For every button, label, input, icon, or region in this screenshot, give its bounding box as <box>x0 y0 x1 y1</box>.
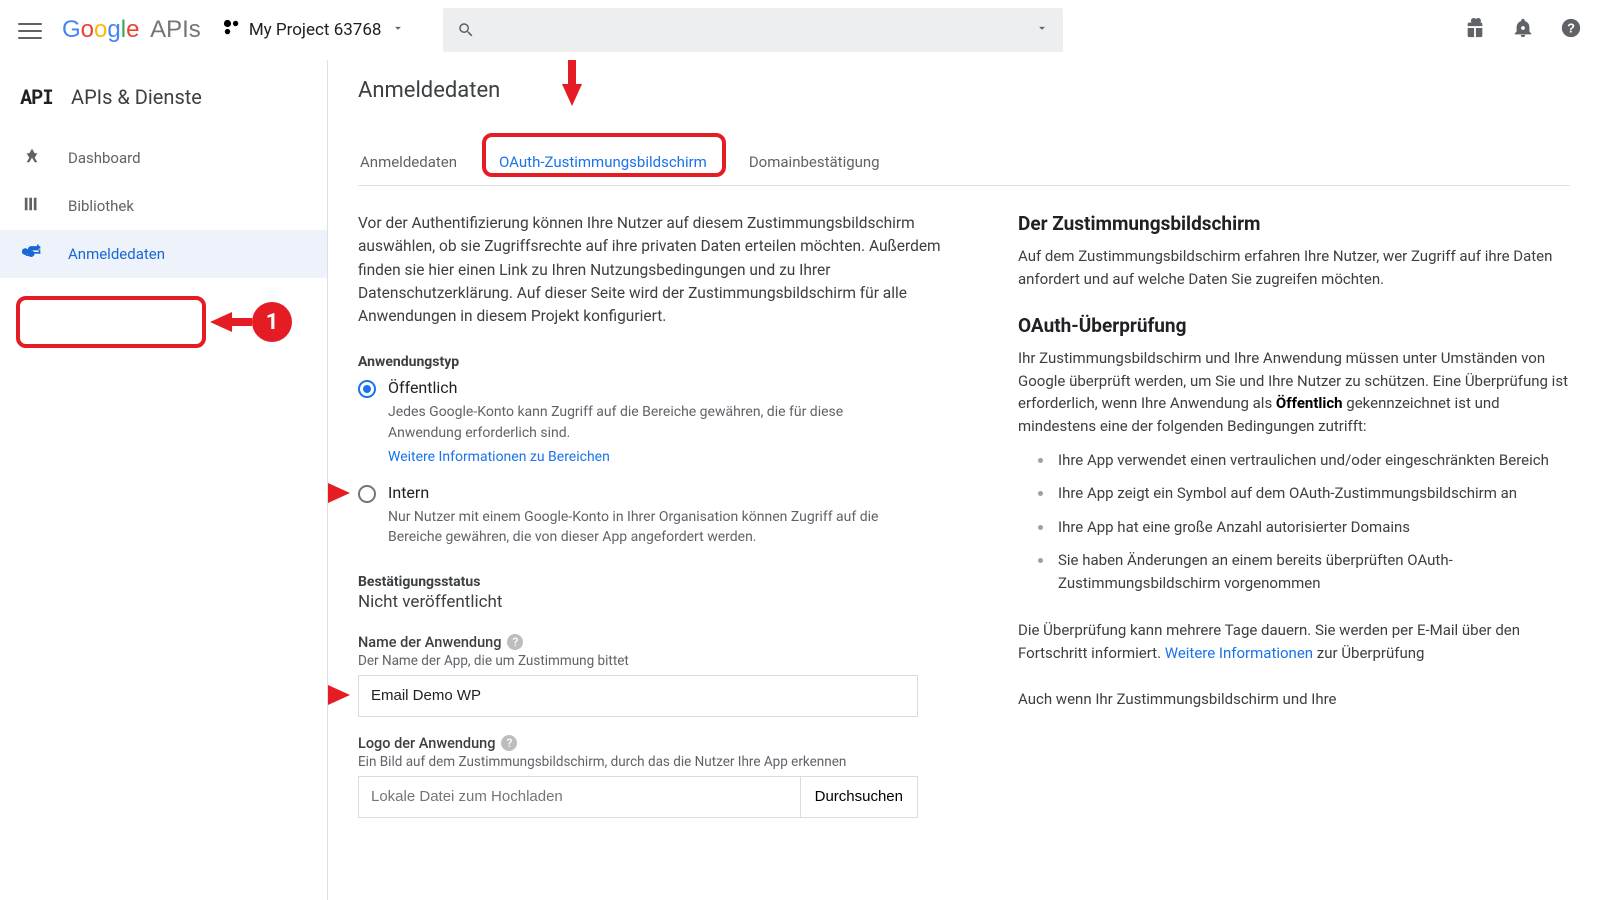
radio-public-row[interactable]: Öffentlich <box>358 378 958 398</box>
main-content: Anmeldedaten Anmeldedaten OAuth-Zustimmu… <box>328 60 1600 900</box>
search-icon <box>457 21 475 39</box>
info-column: Der Zustimmungsbildschirm Auf dem Zustim… <box>1018 212 1570 818</box>
annotation-arrow <box>328 483 350 503</box>
oauth-verify-text: Ihr Zustimmungsbildschirm und Ihre Anwen… <box>1018 347 1570 437</box>
page-title: Anmeldedaten <box>358 78 1570 103</box>
browse-button[interactable]: Durchsuchen <box>801 776 918 818</box>
annotation-badge: 1 <box>252 302 292 342</box>
help-icon[interactable]: ? <box>1560 17 1582 43</box>
radio-internal[interactable] <box>358 485 376 503</box>
verify-duration-text: Die Überprüfung kann mehrere Tage dauern… <box>1018 619 1570 664</box>
search-input[interactable] <box>443 8 1063 52</box>
consent-text: Auf dem Zustimmungsbildschirm erfahren I… <box>1018 245 1570 290</box>
caret-down-icon[interactable] <box>1035 21 1049 39</box>
form-column: Vor der Authentifizierung können Ihre Nu… <box>358 212 958 818</box>
api-logo: API <box>20 84 53 110</box>
key-icon <box>22 242 42 266</box>
consent-heading: Der Zustimmungsbildschirm <box>1018 212 1570 235</box>
help-icon[interactable]: ? <box>501 735 517 751</box>
annotation-arrow <box>568 60 576 86</box>
caret-down-icon <box>391 20 405 40</box>
google-apis-logo[interactable]: Google APIs <box>62 16 201 44</box>
dashboard-icon <box>22 147 42 169</box>
list-item: Sie haben Änderungen an einem bereits üb… <box>1054 549 1570 596</box>
truncated-text: Auch wenn Ihr Zustimmungsbildschirm und … <box>1018 688 1570 711</box>
scopes-link[interactable]: Weitere Informationen zu Bereichen <box>388 447 888 467</box>
help-icon[interactable]: ? <box>507 634 523 650</box>
radio-public[interactable] <box>358 380 376 398</box>
radio-internal-row[interactable]: Intern <box>358 483 958 503</box>
annotation-arrow <box>210 312 232 332</box>
menu-icon[interactable] <box>18 18 42 42</box>
project-name: My Project 63768 <box>249 20 382 40</box>
list-item: Ihre App zeigt ein Symbol auf dem OAuth-… <box>1054 482 1570 505</box>
status-label: Bestätigungsstatus <box>358 574 958 590</box>
notification-icon[interactable] <box>1512 17 1534 43</box>
radio-internal-desc: Nur Nutzer mit einem Google-Konto in Ihr… <box>388 507 888 548</box>
logo-label: Logo der Anwendung ? <box>358 735 958 752</box>
annotation-box <box>16 296 206 348</box>
app-type-label: Anwendungstyp <box>358 354 958 370</box>
logo-sub: Ein Bild auf dem Zustimmungsbildschirm, … <box>358 754 958 770</box>
annotation-arrow <box>562 84 582 106</box>
list-item: Ihre App verwendet einen vertraulichen u… <box>1054 449 1570 472</box>
sidebar-item-credentials[interactable]: Anmeldedaten <box>0 230 327 278</box>
conditions-list: Ihre App verwendet einen vertraulichen u… <box>1054 449 1570 595</box>
gift-icon[interactable] <box>1464 17 1486 43</box>
app-name-sub: Der Name der App, die um Zustimmung bitt… <box>358 653 958 669</box>
tabs: Anmeldedaten OAuth-Zustimmungsbildschirm… <box>358 141 1570 186</box>
header: Google APIs My Project 63768 ? <box>0 0 1600 60</box>
library-icon <box>22 195 42 217</box>
radio-public-label: Öffentlich <box>388 378 457 397</box>
sidebar-item-library[interactable]: Bibliothek <box>0 182 327 230</box>
svg-text:?: ? <box>1567 21 1575 36</box>
intro-text: Vor der Authentifizierung können Ihre Nu… <box>358 212 958 328</box>
radio-internal-label: Intern <box>388 483 429 502</box>
oauth-verify-heading: OAuth-Überprüfung <box>1018 314 1570 337</box>
sidebar-item-dashboard[interactable]: Dashboard <box>0 134 327 182</box>
project-icon <box>223 19 241 42</box>
sidebar-title: APIs & Dienste <box>71 85 202 109</box>
annotation-arrow <box>328 685 350 705</box>
project-selector[interactable]: My Project 63768 <box>223 19 406 42</box>
logo-file-input[interactable] <box>358 776 801 818</box>
list-item: Ihre App hat eine große Anzahl autorisie… <box>1054 516 1570 539</box>
radio-public-desc: Jedes Google-Konto kann Zugriff auf die … <box>388 402 888 443</box>
tab-credentials[interactable]: Anmeldedaten <box>358 141 459 185</box>
tab-oauth-consent[interactable]: OAuth-Zustimmungsbildschirm <box>497 141 709 185</box>
tab-domain-verification[interactable]: Domainbestätigung <box>747 141 882 185</box>
app-name-label: Name der Anwendung ? <box>358 634 958 651</box>
app-name-input[interactable] <box>358 675 918 717</box>
more-info-link[interactable]: Weitere Informationen <box>1165 644 1313 662</box>
status-value: Nicht veröffentlicht <box>358 592 958 612</box>
sidebar: API APIs & Dienste Dashboard Bibliothek … <box>0 60 328 900</box>
